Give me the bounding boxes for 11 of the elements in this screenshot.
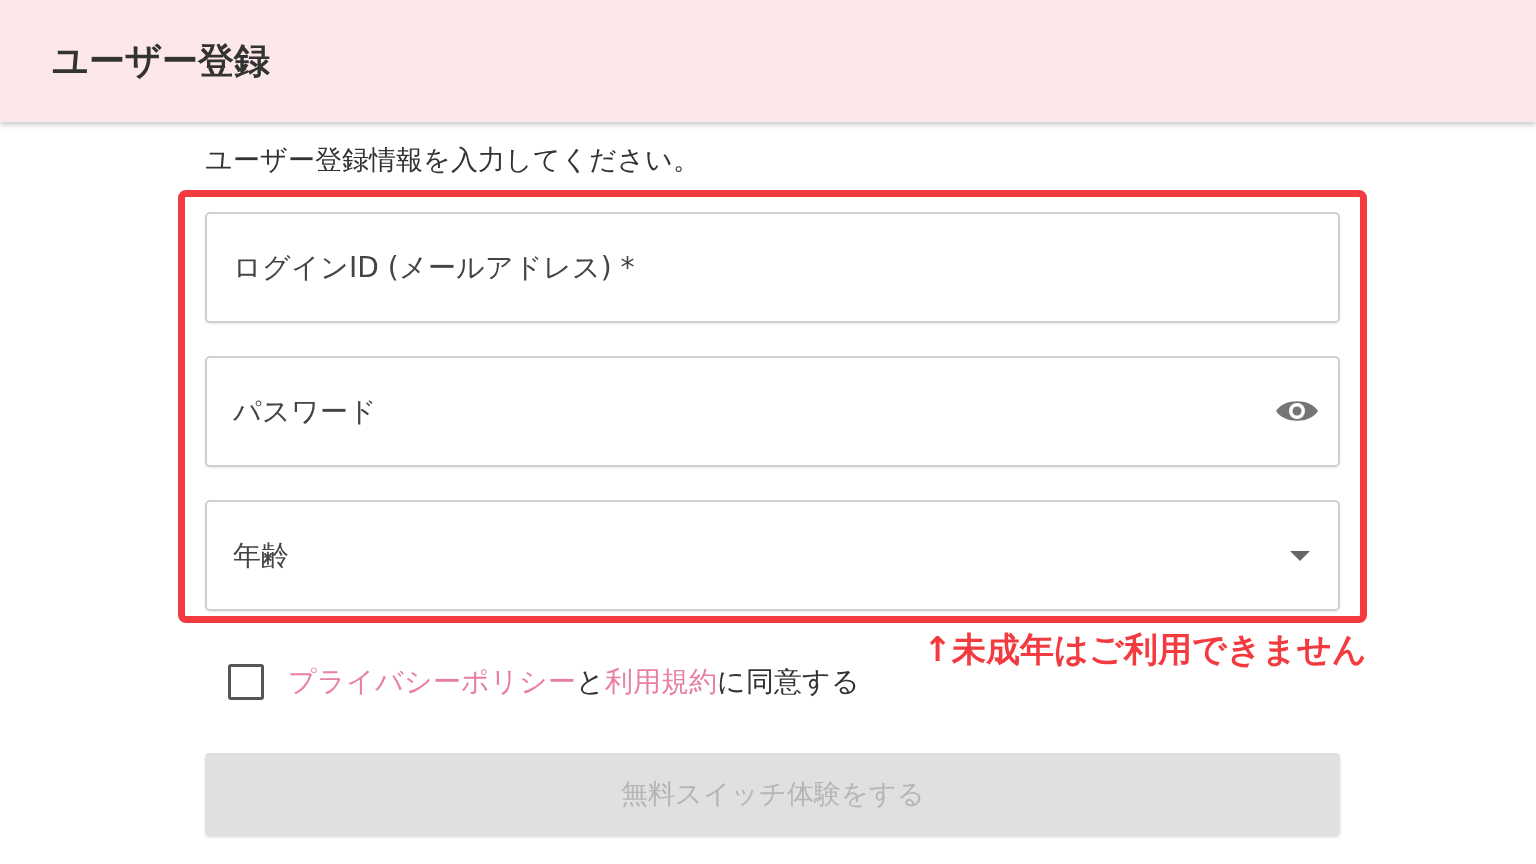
link[interactable]: 利用規約 [605, 665, 717, 698]
link[interactable]: プライバシーポリシー [288, 665, 576, 698]
select-field[interactable]: 年齢 [205, 500, 1340, 611]
input-field[interactable]: パスワード [205, 356, 1340, 467]
caret-icon [1290, 550, 1310, 561]
page-title: ユーザー登録 [52, 38, 270, 83]
intro-text: ユーザー登録情報を入力してください。 [205, 143, 701, 177]
checkbox[interactable] [228, 664, 264, 700]
agreement-text: プライバシーポリシー と 利用規約に同意する [288, 664, 860, 700]
annotation-text: ↑未成年はご利用できません [923, 628, 1367, 671]
input-field[interactable]: ログインID (メールアドレス) * [205, 212, 1340, 323]
